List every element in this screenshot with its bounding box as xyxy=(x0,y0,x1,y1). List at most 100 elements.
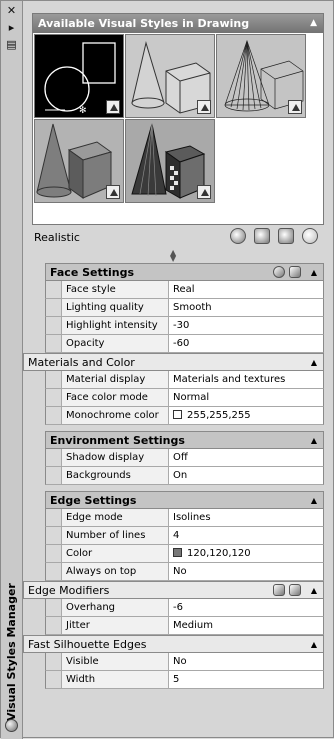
gallery-header[interactable]: Available Visual Styles in Drawing ▲ xyxy=(33,14,323,33)
property-label: Edge mode xyxy=(62,509,169,526)
property-label: Width xyxy=(62,671,169,688)
properties-menu-icon[interactable]: ▤ xyxy=(4,38,19,51)
apply-to-viewport-icon[interactable] xyxy=(254,228,270,244)
property-row[interactable]: Edge mode Isolines xyxy=(45,509,324,527)
section-fast-silhouette-edges[interactable]: Fast Silhouette Edges ▲ xyxy=(23,635,324,653)
thumbnail-realistic[interactable] xyxy=(125,119,215,203)
property-value[interactable]: 5 xyxy=(169,671,323,688)
thumbnail-conceptual[interactable] xyxy=(34,119,124,203)
property-value[interactable]: -30 xyxy=(169,317,323,334)
opacity-toggle-icon[interactable] xyxy=(289,266,301,278)
property-label: Backgrounds xyxy=(62,467,169,484)
property-label: Shadow display xyxy=(62,449,169,466)
gallery-title: Available Visual Styles in Drawing xyxy=(38,17,250,30)
autohide-icon[interactable]: ▸ xyxy=(4,21,19,34)
property-row[interactable]: Visible No xyxy=(45,653,324,671)
palette-title: Visual Styles Manager xyxy=(5,583,18,721)
palette-title-strip[interactable]: ✕ ▸ ▤ Visual Styles Manager xyxy=(1,1,23,739)
color-swatch-icon xyxy=(173,548,182,557)
property-row[interactable]: Material display Materials and textures xyxy=(45,371,324,389)
section-materials-and-color[interactable]: Materials and Color ▲ xyxy=(23,353,324,371)
property-row[interactable]: Number of lines 4 xyxy=(45,527,324,545)
property-row[interactable]: Jitter Medium xyxy=(45,617,324,635)
section-face-settings[interactable]: Face Settings ▲ xyxy=(45,263,324,281)
line-extensions-toggle-icon[interactable] xyxy=(273,584,285,596)
export-to-tool-palette-icon[interactable] xyxy=(278,228,294,244)
collapse-icon[interactable]: ▲ xyxy=(311,354,317,372)
section-environment-settings[interactable]: Environment Settings ▲ xyxy=(45,431,324,449)
style-badge-icon xyxy=(197,100,211,114)
section-title: Edge Settings xyxy=(50,494,137,507)
delete-visual-style-icon[interactable] xyxy=(302,228,318,244)
section-edge-settings[interactable]: Edge Settings ▲ xyxy=(45,491,324,509)
property-label: Number of lines xyxy=(62,527,169,544)
gallery-toolbar: Realistic xyxy=(32,227,324,247)
visual-styles-manager-palette: ✕ ▸ ▤ Visual Styles Manager Available Vi… xyxy=(0,0,334,739)
property-value[interactable]: No xyxy=(169,563,323,580)
collapse-icon[interactable]: ▲ xyxy=(310,14,317,33)
property-row[interactable]: Overhang -6 xyxy=(45,599,324,617)
property-value[interactable]: 255,255,255 xyxy=(169,407,323,424)
property-row[interactable]: Face style Real xyxy=(45,281,324,299)
section-title: Fast Silhouette Edges xyxy=(28,638,147,651)
property-value[interactable]: 4 xyxy=(169,527,323,544)
property-value[interactable]: Medium xyxy=(169,617,323,634)
property-label: Overhang xyxy=(62,599,169,616)
property-value[interactable]: Smooth xyxy=(169,299,323,316)
property-value[interactable]: Real xyxy=(169,281,323,298)
palette-content: Available Visual Styles in Drawing ▲ ✻ R… xyxy=(23,5,331,733)
section-title: Face Settings xyxy=(50,266,135,279)
property-value[interactable]: No xyxy=(169,653,323,670)
property-row[interactable]: Monochrome color 255,255,255 xyxy=(45,407,324,425)
current-style-name: Realistic xyxy=(34,231,80,244)
property-label: Monochrome color xyxy=(62,407,169,424)
property-label: Face style xyxy=(62,281,169,298)
jitter-toggle-icon[interactable] xyxy=(289,584,301,596)
property-value[interactable]: Materials and textures xyxy=(169,371,323,388)
close-icon[interactable]: ✕ xyxy=(4,4,19,17)
property-row[interactable]: Width 5 xyxy=(45,671,324,689)
property-value[interactable]: On xyxy=(169,467,323,484)
property-label: Opacity xyxy=(62,335,169,352)
property-row[interactable]: Backgrounds On xyxy=(45,467,324,485)
property-label: Lighting quality xyxy=(62,299,169,316)
create-new-visual-style-icon[interactable] xyxy=(230,228,246,244)
color-value: 120,120,120 xyxy=(187,548,251,559)
property-row[interactable]: Lighting quality Smooth xyxy=(45,299,324,317)
collapse-icon[interactable]: ▲ xyxy=(311,582,317,600)
style-badge-icon xyxy=(106,100,120,114)
property-label: Face color mode xyxy=(62,389,169,406)
section-title: Materials and Color xyxy=(28,356,135,369)
property-label: Color xyxy=(62,545,169,562)
collapse-icon[interactable]: ▲ xyxy=(311,264,317,282)
property-row[interactable]: Highlight intensity -30 xyxy=(45,317,324,335)
property-row[interactable]: Opacity -60 xyxy=(45,335,324,353)
color-value: 255,255,255 xyxy=(187,410,251,421)
visual-styles-gallery: Available Visual Styles in Drawing ▲ ✻ xyxy=(32,13,324,225)
section-edge-modifiers[interactable]: Edge Modifiers ▲ xyxy=(23,581,324,599)
collapse-icon[interactable]: ▲ xyxy=(311,636,317,654)
property-value[interactable]: Off xyxy=(169,449,323,466)
style-badge-icon xyxy=(197,185,211,199)
property-value[interactable]: Isolines xyxy=(169,509,323,526)
svg-text:✻: ✻ xyxy=(79,106,87,116)
collapse-icon[interactable]: ▲ xyxy=(311,432,317,450)
property-value[interactable]: 120,120,120 xyxy=(169,545,323,562)
property-label: Jitter xyxy=(62,617,169,634)
style-badge-icon xyxy=(288,100,302,114)
property-value[interactable]: -60 xyxy=(169,335,323,352)
property-row[interactable]: Always on top No xyxy=(45,563,324,581)
splitter-handle-icon[interactable]: ▲ ▼ xyxy=(170,249,176,263)
collapse-icon[interactable]: ▲ xyxy=(311,492,317,510)
highlight-intensity-toggle-icon[interactable] xyxy=(273,266,285,278)
property-row[interactable]: Color 120,120,120 xyxy=(45,545,324,563)
property-row[interactable]: Shadow display Off xyxy=(45,449,324,467)
thumbnail-3d-wireframe[interactable] xyxy=(216,34,306,118)
property-value[interactable]: -6 xyxy=(169,599,323,616)
property-label: Highlight intensity xyxy=(62,317,169,334)
property-label: Always on top xyxy=(62,563,169,580)
property-value[interactable]: Normal xyxy=(169,389,323,406)
property-row[interactable]: Face color mode Normal xyxy=(45,389,324,407)
thumbnail-2d-wireframe[interactable]: ✻ xyxy=(34,34,124,118)
thumbnail-3d-hidden[interactable] xyxy=(125,34,215,118)
